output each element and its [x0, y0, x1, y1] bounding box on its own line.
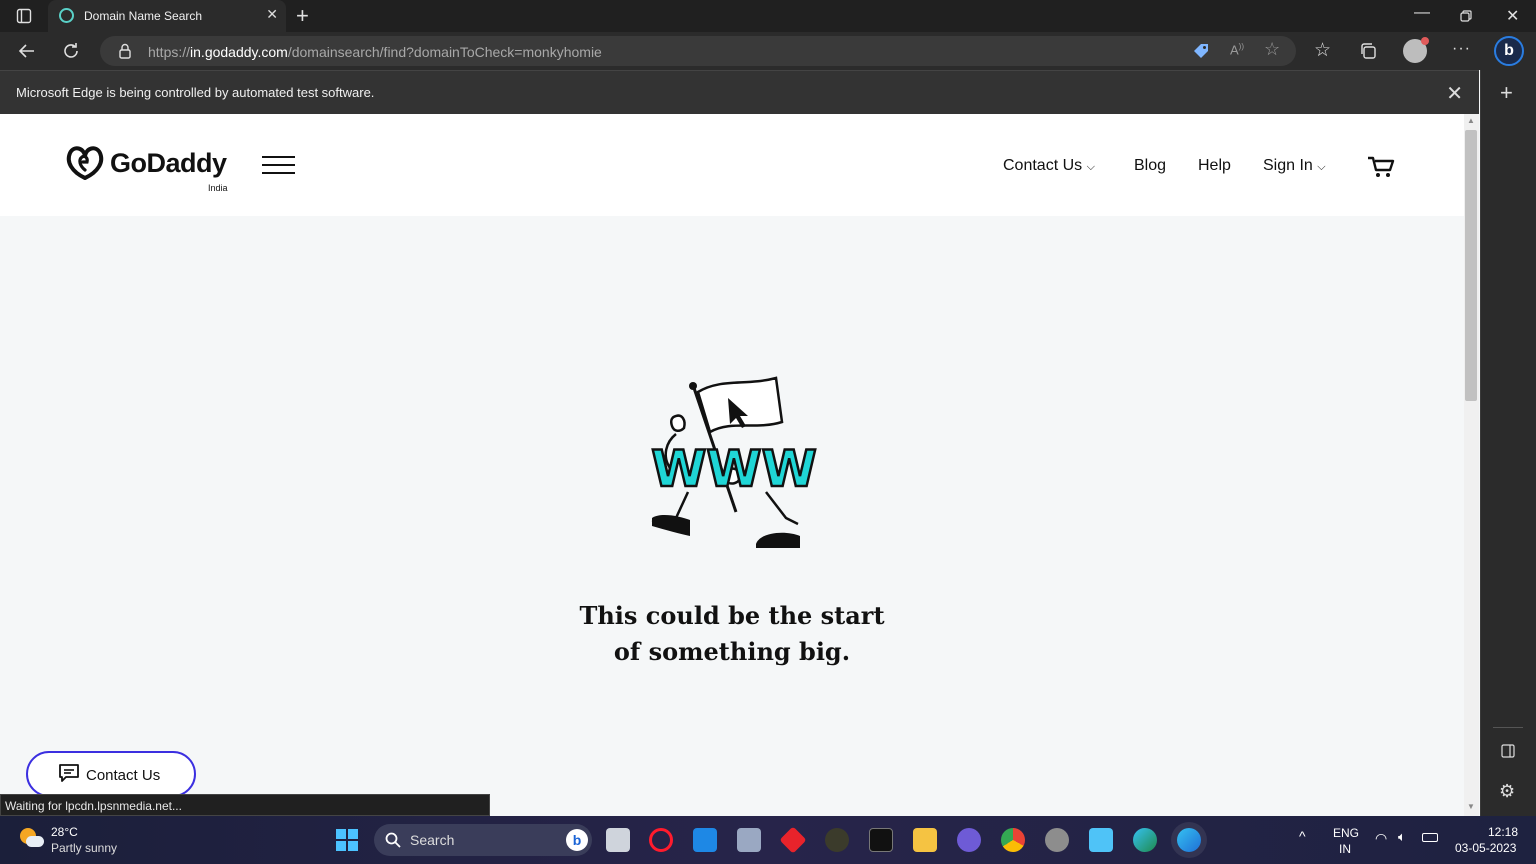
chrome-icon[interactable]	[1001, 828, 1025, 852]
coupon-tag-icon[interactable]	[1192, 43, 1210, 59]
hero-www-text: WWW	[651, 440, 816, 498]
restore-icon[interactable]	[1460, 10, 1472, 22]
collections-icon[interactable]	[1359, 42, 1377, 60]
new-tab-icon[interactable]: +	[296, 3, 309, 29]
search-placeholder: Search	[410, 832, 455, 848]
tab-close-icon[interactable]: ✕	[266, 6, 278, 23]
add-favorite-icon[interactable]: ☆	[1264, 39, 1280, 60]
tab-actions-icon[interactable]	[16, 8, 32, 24]
task-view-icon[interactable]	[606, 828, 630, 852]
edge-active-icon[interactable]	[1177, 828, 1201, 852]
chat-bubble-icon	[59, 764, 79, 782]
terminal-app-icon[interactable]	[869, 828, 893, 852]
minimize-icon[interactable]: —	[1414, 4, 1430, 22]
language-region[interactable]: IN	[1339, 842, 1351, 856]
godaddy-logo-icon[interactable]	[64, 144, 106, 182]
profile-status-dot-icon	[1421, 37, 1429, 45]
nav-help[interactable]: Help	[1198, 157, 1231, 175]
scroll-down-arrow-icon[interactable]: ▼	[1467, 802, 1475, 811]
url-host: in.godaddy.com	[190, 44, 288, 60]
opera-icon[interactable]	[649, 828, 673, 852]
nav-sign-in[interactable]: Sign In ⌵	[1263, 157, 1326, 175]
nav-blog[interactable]: Blog	[1134, 157, 1166, 175]
browser-toolbar: https://in.godaddy.com/domainsearch/find…	[0, 32, 1536, 70]
wifi-icon[interactable]: ◠	[1375, 830, 1387, 847]
back-arrow-icon[interactable]	[18, 42, 36, 60]
battery-icon[interactable]	[1422, 833, 1438, 842]
weather-icon[interactable]	[18, 826, 44, 852]
notepad-icon[interactable]	[1089, 828, 1113, 852]
hamburger-menu-icon[interactable]	[262, 156, 296, 176]
status-text: Waiting for lpcdn.lpsnmedia.net...	[5, 799, 182, 813]
tagline-line-2: of something big.	[613, 637, 851, 666]
windows-taskbar: 28°C Partly sunny Search b ^ ENG IN ◠ 🔈︎…	[0, 816, 1536, 864]
search-icon	[385, 832, 401, 848]
automation-infobar: Microsoft Edge is being controlled by au…	[0, 70, 1479, 114]
www-flag-illustration: WWW	[650, 376, 818, 548]
refresh-icon[interactable]	[62, 42, 80, 60]
edge-icon[interactable]	[1133, 828, 1157, 852]
godaddy-favicon-icon	[59, 8, 74, 23]
site-header: GoDaddy India Contact Us ⌵ Blog Help Sig…	[0, 114, 1464, 216]
url-prefix: https://	[148, 44, 191, 60]
windows-start-icon[interactable]	[336, 829, 358, 851]
more-menu-icon[interactable]: ···	[1452, 40, 1471, 58]
language-indicator[interactable]: ENG	[1333, 826, 1359, 840]
settings-gear-app-icon[interactable]	[1045, 828, 1069, 852]
nav-contact-label: Contact Us	[1003, 157, 1083, 174]
tab-title: Domain Name Search	[84, 9, 203, 23]
bing-copilot-icon[interactable]: b	[1494, 36, 1524, 66]
red-diamond-app-icon[interactable]	[779, 826, 807, 854]
file-explorer-icon[interactable]	[913, 828, 937, 852]
close-window-icon[interactable]: ✕	[1506, 6, 1519, 26]
purple-ring-app-icon[interactable]	[957, 828, 981, 852]
browser-titlebar: Domain Name Search ✕ + — ✕	[0, 0, 1536, 32]
sidebar-divider	[1493, 727, 1523, 728]
nav-contact-us[interactable]: Contact Us ⌵	[1003, 157, 1095, 175]
tagline-heading: This could be the start of something big…	[560, 598, 904, 670]
webpage: GoDaddy India Contact Us ⌵ Blog Help Sig…	[0, 114, 1464, 816]
scrollbar-thumb[interactable]	[1465, 130, 1477, 401]
chevron-down-icon: ⌵	[1317, 161, 1326, 173]
taskbar-search-box[interactable]: Search b	[374, 824, 592, 856]
clock-time[interactable]: 12:18	[1488, 825, 1518, 839]
infobar-message: Microsoft Edge is being controlled by au…	[16, 85, 375, 100]
logo-region-label: India	[208, 183, 228, 193]
browser-tab-active[interactable]: Domain Name Search ✕	[48, 0, 286, 32]
photos-app-icon[interactable]	[737, 828, 761, 852]
sidebar-settings-gear-icon[interactable]: ⚙	[1499, 781, 1515, 802]
lock-icon[interactable]	[118, 43, 132, 59]
infobar-close-icon[interactable]: ✕	[1446, 81, 1463, 106]
hide-sidebar-icon[interactable]	[1501, 744, 1515, 758]
read-aloud-icon[interactable]: A))	[1230, 42, 1244, 57]
contact-us-label: Contact Us	[86, 767, 161, 784]
profile-avatar[interactable]	[1403, 37, 1429, 63]
clock-date[interactable]: 03-05-2023	[1455, 841, 1516, 855]
sidebar-add-icon[interactable]: +	[1500, 80, 1513, 106]
vscode-icon[interactable]	[693, 828, 717, 852]
nav-signin-label: Sign In	[1263, 157, 1313, 174]
tray-overflow-chevron-icon[interactable]: ^	[1299, 828, 1306, 844]
weather-temperature[interactable]: 28°C	[51, 825, 78, 839]
url-path: /domainsearch/find?domainToCheck=monkyho…	[287, 44, 602, 60]
weather-description[interactable]: Partly sunny	[51, 841, 117, 855]
favorites-icon[interactable]: ☆	[1314, 39, 1331, 62]
browser-status-bubble: Waiting for lpcdn.lpsnmedia.net...	[0, 794, 490, 816]
bing-search-icon: b	[566, 829, 588, 851]
contact-us-chat-button[interactable]: Contact Us	[26, 751, 196, 797]
shopping-cart-icon[interactable]	[1366, 154, 1396, 180]
address-bar[interactable]: https://in.godaddy.com/domainsearch/find…	[100, 36, 1296, 66]
chevron-down-icon: ⌵	[1086, 161, 1095, 173]
edge-sidebar: + ⚙	[1480, 70, 1536, 816]
scroll-up-arrow-icon[interactable]: ▲	[1467, 116, 1475, 125]
url-text[interactable]: https://in.godaddy.com/domainsearch/find…	[148, 44, 602, 60]
yellow-star-app-icon[interactable]	[825, 828, 849, 852]
godaddy-logo-text[interactable]: GoDaddy	[110, 148, 227, 179]
volume-muted-icon[interactable]: 🔈︎	[1398, 829, 1406, 845]
tagline-line-1: This could be the start	[579, 601, 885, 630]
